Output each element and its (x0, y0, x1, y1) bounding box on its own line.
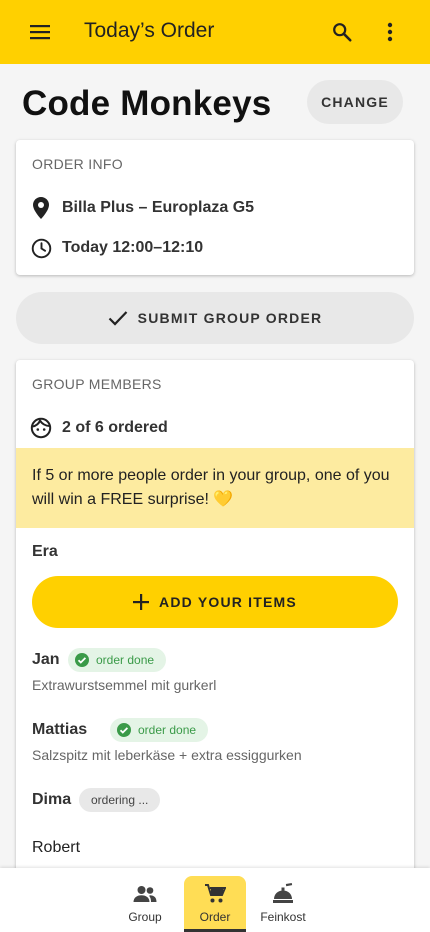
current-user-name: Era (32, 543, 58, 560)
location-pin-icon (30, 197, 52, 219)
app-bar: Today’s Order (0, 0, 430, 64)
promo-banner: If 5 or more people order in your group,… (16, 448, 414, 528)
face-icon (30, 417, 52, 439)
submit-group-order-label: SUBMIT GROUP ORDER (137, 310, 323, 326)
check-circle-icon (116, 722, 132, 738)
food-icon (271, 882, 295, 906)
group-title: Code Monkeys (22, 84, 272, 123)
nav-label: Order (199, 910, 231, 924)
check-circle-icon (74, 652, 90, 668)
nav-item-order[interactable]: Order (184, 876, 246, 932)
nav-label: Group (128, 910, 162, 924)
time-row: Today 12:00–12:10 (30, 237, 203, 259)
nav-item-group[interactable]: Group (114, 876, 176, 932)
status-badge: order done (68, 648, 167, 672)
group-members-card: GROUP MEMBERS 2 of 6 ordered If 5 or mor… (16, 360, 414, 880)
time-text: Today 12:00–12:10 (62, 239, 204, 256)
ordered-summary-row: 2 of 6 ordered (30, 417, 168, 439)
member-name: Jan (32, 651, 60, 668)
ordered-summary-text: 2 of 6 ordered (62, 419, 168, 436)
member-items: Extrawurstsemmel mit gurkerl (32, 677, 217, 693)
status-badge: order done (110, 718, 209, 742)
group-icon (133, 882, 157, 906)
search-icon[interactable] (330, 20, 354, 44)
status-badge: ordering ... (79, 788, 161, 812)
nav-item-feinkost[interactable]: Feinkost (252, 876, 314, 932)
member-items: Salzspitz mit leberkäse + extra essiggur… (32, 747, 302, 763)
check-icon (108, 310, 128, 326)
status-text: order done (96, 653, 155, 667)
nav-label: Feinkost (260, 910, 306, 924)
submit-group-order-button[interactable]: SUBMIT GROUP ORDER (16, 292, 414, 344)
app-bar-title: Today’s Order (84, 19, 215, 42)
clock-icon (30, 237, 52, 259)
member-name: Dima (32, 791, 72, 808)
change-group-button[interactable]: CHANGE (307, 80, 403, 124)
member-name: Mattias (32, 721, 88, 738)
more-vert-icon[interactable] (378, 20, 402, 44)
add-your-items-button[interactable]: ADD YOUR ITEMS (32, 576, 398, 628)
location-text: Billa Plus – Europlaza G5 (62, 199, 255, 216)
menu-icon[interactable] (28, 20, 52, 44)
location-row: Billa Plus – Europlaza G5 (30, 197, 254, 219)
add-your-items-label: ADD YOUR ITEMS (159, 594, 297, 610)
order-info-heading: ORDER INFO (32, 156, 123, 172)
bottom-navigation: Group Order Feinkost (0, 868, 430, 932)
plus-icon (133, 594, 150, 610)
order-info-card: ORDER INFO Billa Plus – Europlaza G5 Tod… (16, 140, 414, 275)
cart-icon (203, 882, 227, 906)
member-name: Robert (32, 839, 81, 856)
status-text: order done (138, 723, 197, 737)
group-members-heading: GROUP MEMBERS (32, 376, 162, 392)
